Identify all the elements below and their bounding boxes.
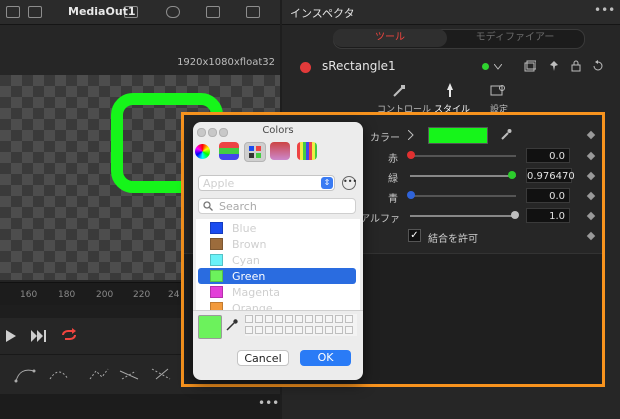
palette-options-icon[interactable]: ••• bbox=[342, 176, 357, 190]
custom-swatch-cell[interactable] bbox=[345, 326, 353, 334]
bspline-tool-icon[interactable] bbox=[48, 365, 70, 383]
controls-tab-icon[interactable] bbox=[392, 84, 406, 98]
view-mode-icon[interactable] bbox=[28, 6, 42, 18]
ruler-tick: 200 bbox=[96, 290, 114, 300]
custom-swatch-grid[interactable] bbox=[245, 314, 357, 336]
node-color-indicator[interactable] bbox=[482, 63, 489, 70]
grid-icon[interactable] bbox=[206, 6, 220, 18]
resolution-label: 1920x1080xfloat32 bbox=[177, 57, 275, 68]
list-item-selected[interactable]: Green bbox=[198, 268, 356, 284]
colors-panel-title: Colors bbox=[262, 125, 294, 136]
versions-icon[interactable] bbox=[524, 60, 536, 72]
chevron-down-icon[interactable] bbox=[494, 64, 502, 70]
style-tab-icon[interactable] bbox=[443, 82, 457, 98]
list-item[interactable]: Cyan bbox=[196, 252, 360, 268]
color-name: Magenta bbox=[232, 286, 281, 299]
ok-button[interactable]: OK bbox=[300, 350, 351, 366]
color-swatch bbox=[210, 222, 223, 234]
eyedropper-icon[interactable] bbox=[225, 318, 239, 332]
custom-swatch-cell[interactable] bbox=[315, 315, 323, 323]
bottom-strip: ••• bbox=[0, 394, 280, 419]
current-color-swatch[interactable] bbox=[198, 315, 222, 339]
custom-swatch-cell[interactable] bbox=[335, 326, 343, 334]
ruler-tick: 160 bbox=[20, 290, 38, 300]
custom-swatch-cell[interactable] bbox=[295, 315, 303, 323]
divider bbox=[193, 310, 363, 311]
search-icon bbox=[203, 201, 213, 211]
color-name: Orange bbox=[232, 302, 273, 310]
inspector-title: インスペクタ bbox=[290, 7, 355, 20]
settings-tab-icon[interactable] bbox=[490, 84, 506, 98]
node-toggle-icon[interactable] bbox=[300, 62, 311, 73]
color-name: Cyan bbox=[232, 254, 260, 267]
custom-swatch-cell[interactable] bbox=[265, 315, 273, 323]
reset-icon[interactable] bbox=[592, 60, 604, 72]
color-swatch bbox=[210, 254, 223, 266]
paint-tool-icon[interactable] bbox=[88, 365, 110, 383]
pin-icon[interactable] bbox=[548, 60, 560, 72]
custom-swatch-cell[interactable] bbox=[295, 326, 303, 334]
custom-swatch-cell[interactable] bbox=[325, 326, 333, 334]
custom-swatch-cell[interactable] bbox=[255, 315, 263, 323]
color-list[interactable]: Blue Brown Cyan Green Magenta Orange bbox=[196, 219, 360, 310]
palette-grid-icon bbox=[249, 146, 261, 158]
custom-swatch-cell[interactable] bbox=[255, 326, 263, 334]
play-icon[interactable] bbox=[6, 330, 16, 342]
fit-icon[interactable] bbox=[246, 6, 260, 18]
custom-swatch-cell[interactable] bbox=[275, 326, 283, 334]
color-swatch bbox=[210, 302, 223, 310]
slider-mode-icon[interactable] bbox=[219, 142, 239, 160]
custom-swatch-cell[interactable] bbox=[305, 315, 313, 323]
image-mode-icon[interactable] bbox=[270, 142, 290, 160]
custom-swatch-cell[interactable] bbox=[285, 326, 293, 334]
custom-swatch-cell[interactable] bbox=[275, 315, 283, 323]
viewer-toolbar bbox=[0, 0, 280, 25]
tab-tools[interactable]: ツール bbox=[333, 29, 447, 47]
wand-tool-icon[interactable] bbox=[118, 365, 140, 383]
search-placeholder: Search bbox=[219, 200, 257, 213]
crayon-mode-icon[interactable] bbox=[297, 142, 317, 160]
color-swatch bbox=[210, 286, 223, 298]
list-item[interactable]: Brown bbox=[196, 236, 360, 252]
custom-swatch-cell[interactable] bbox=[305, 326, 313, 334]
ruler-tick: 180 bbox=[58, 290, 76, 300]
ruler-tick: 24 bbox=[168, 290, 180, 300]
cancel-button[interactable]: Cancel bbox=[237, 350, 289, 366]
color-wheel-mode-icon[interactable] bbox=[195, 144, 210, 159]
viewer-title[interactable]: MediaOut1 bbox=[68, 5, 136, 18]
list-item[interactable]: Blue bbox=[196, 220, 360, 236]
custom-swatch-cell[interactable] bbox=[325, 315, 333, 323]
select-arrows-icon[interactable]: ⇕ bbox=[321, 177, 333, 189]
custom-swatch-cell[interactable] bbox=[285, 315, 293, 323]
custom-swatch-cell[interactable] bbox=[345, 315, 353, 323]
lock-icon[interactable] bbox=[570, 60, 582, 72]
color-name: Brown bbox=[232, 238, 267, 251]
custom-swatch-cell[interactable] bbox=[245, 326, 253, 334]
layout-icon[interactable] bbox=[6, 6, 20, 18]
polyline-tool-icon[interactable] bbox=[14, 365, 36, 383]
color-name: Blue bbox=[232, 222, 257, 235]
color-swatch bbox=[210, 238, 223, 250]
custom-swatch-cell[interactable] bbox=[245, 315, 253, 323]
palette-select[interactable]: Apple bbox=[198, 175, 335, 191]
loop-icon[interactable] bbox=[60, 328, 78, 342]
more-dots-icon[interactable]: ••• bbox=[594, 3, 615, 17]
skip-end-icon[interactable] bbox=[31, 330, 47, 342]
channels-icon[interactable] bbox=[166, 6, 180, 18]
node-name: sRectangle1 bbox=[322, 59, 396, 73]
tab-modifier[interactable]: モディファイアー bbox=[447, 29, 583, 47]
more-dots-icon[interactable]: ••• bbox=[258, 396, 279, 410]
custom-swatch-cell[interactable] bbox=[335, 315, 343, 323]
palette-mode-icon[interactable] bbox=[244, 142, 266, 162]
custom-swatch-cell[interactable] bbox=[315, 326, 323, 334]
stroke-tool-icon[interactable] bbox=[150, 365, 172, 383]
list-item[interactable]: Orange bbox=[196, 300, 360, 310]
ruler-tick: 220 bbox=[133, 290, 151, 300]
color-swatch bbox=[210, 270, 223, 282]
custom-swatch-cell[interactable] bbox=[265, 326, 273, 334]
color-name: Green bbox=[232, 270, 266, 283]
list-item[interactable]: Magenta bbox=[196, 284, 360, 300]
